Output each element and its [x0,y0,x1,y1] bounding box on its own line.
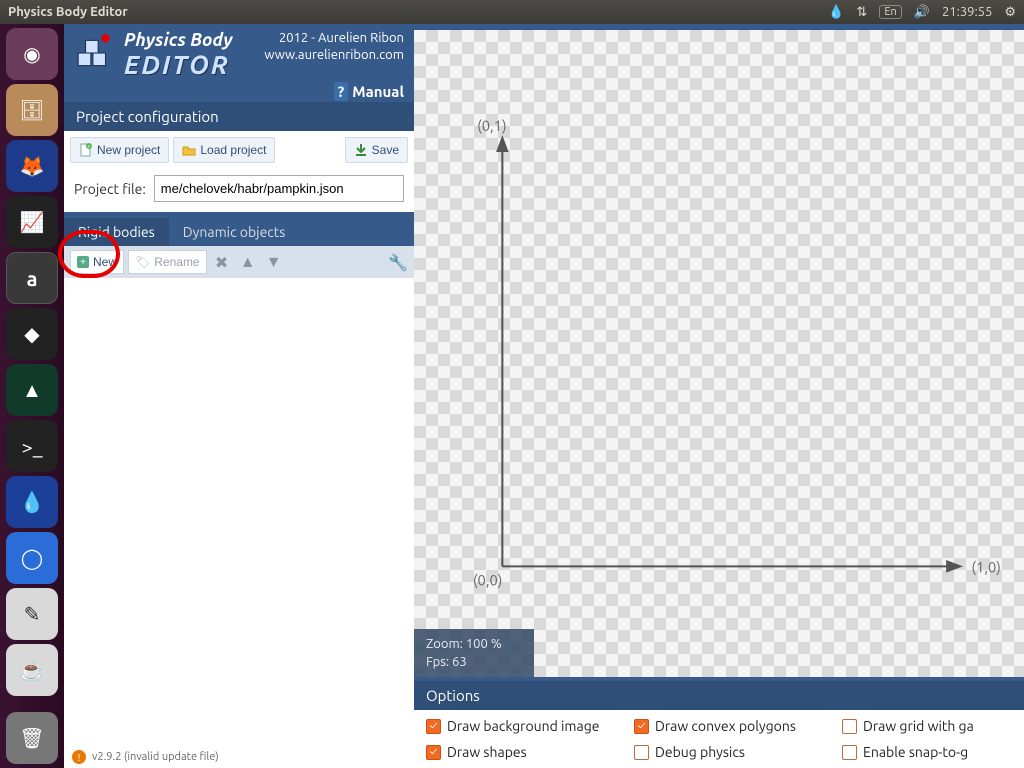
rigid-bodies-toolbar: + New 🏷 Rename ✖ ▲ ▼ 🔧 [64,246,414,278]
help-icon: ? [334,82,349,101]
launcher-trash[interactable]: 🗑 [6,712,58,764]
rigid-bodies-list[interactable] [64,278,414,746]
version-label: v2.9.2 (invalid update file) [92,751,219,763]
new-body-button[interactable]: + New [70,250,124,274]
axis-label-00: (0,0) [473,571,502,588]
launcher-inkscape[interactable]: ◆ [6,308,58,360]
launcher-water[interactable]: 💧 [6,476,58,528]
project-config-title: Project configuration [64,102,414,131]
launcher-chromium[interactable]: ◯ [6,532,58,584]
zoom-label: Zoom: 100 % [426,635,522,653]
system-tray: 💧 ⇅ En 🔊 21:39:55 ⚙ [828,5,1016,20]
project-file-label: Project file: [74,181,146,197]
editor-canvas[interactable]: (0,1) (0,0) (1,0) Zoom: 100 % Fps: 63 [414,30,1024,677]
body-tabs: Rigid bodies Dynamic objects [64,218,414,246]
axis-overlay: (0,1) (0,0) (1,0) [414,30,1024,669]
move-up-button[interactable]: ▲ [237,251,259,273]
launcher-editor[interactable]: ✎ [6,588,58,640]
launcher-monitor[interactable]: 📈 [6,196,58,248]
save-button[interactable]: Save [345,137,408,163]
rename-body-button[interactable]: 🏷 Rename [128,250,207,274]
tab-rigid-bodies[interactable]: Rigid bodies [64,218,169,246]
launcher-android[interactable]: ▲ [6,364,58,416]
app-header: Physics Body EDITOR 2012 - Aurelien Ribo… [64,24,414,102]
gear-icon[interactable]: ⚙ [1004,5,1016,20]
network-icon[interactable]: ⇅ [856,5,867,20]
system-menubar: Physics Body Editor 💧 ⇅ En 🔊 21:39:55 ⚙ [0,0,1024,24]
keyboard-indicator[interactable]: En [879,5,901,19]
right-column: (0,1) (0,0) (1,0) Zoom: 100 % Fps: 63 Op… [414,24,1024,768]
plus-icon: + [77,256,89,268]
settings-button[interactable]: 🔧 [388,253,408,272]
opt-snap-grid[interactable]: Enable snap-to-g [842,744,1012,760]
fps-label: Fps: 63 [426,653,522,671]
zoom-fps-overlay: Zoom: 100 % Fps: 63 [414,629,534,677]
tag-icon: 🏷 [135,255,150,269]
options-title: Options [414,681,1024,710]
launcher-files[interactable]: 🗄 [6,84,58,136]
physics-body-editor-window: Physics Body EDITOR 2012 - Aurelien Ribo… [64,24,1024,768]
save-icon [354,143,368,157]
new-project-button[interactable]: + New project [70,137,169,163]
droplet-icon[interactable]: 💧 [828,5,844,20]
folder-open-icon [182,143,196,157]
tab-dynamic-objects[interactable]: Dynamic objects [169,218,300,246]
credit-year: 2012 - Aurelien Ribon [264,30,404,47]
opt-draw-grid[interactable]: Draw grid with ga [842,718,1012,734]
launcher-firefox[interactable]: 🦊 [6,140,58,192]
project-file-input[interactable] [154,175,404,202]
move-down-button[interactable]: ▼ [263,251,285,273]
launcher-app-a[interactable]: a [6,252,58,304]
launcher-java[interactable]: ☕ [6,644,58,696]
window-title: Physics Body Editor [8,5,828,19]
left-column: Physics Body EDITOR 2012 - Aurelien Ribo… [64,24,414,768]
launcher-terminal[interactable]: >_ [6,420,58,472]
opt-draw-background[interactable]: Draw background image [426,718,626,734]
axis-label-01: (0,1) [477,117,506,134]
project-config-panel: + New project Load project Save Project … [64,131,414,212]
options-panel: Draw background image Draw convex polygo… [414,710,1024,768]
opt-debug-physics[interactable]: Debug physics [634,744,834,760]
credit-url: www.aurelienribon.com [264,47,404,64]
app-title-top: Physics Body [124,30,232,50]
app-title-bottom: EDITOR [124,50,232,79]
file-plus-icon: + [79,143,93,157]
load-project-button[interactable]: Load project [173,137,275,163]
opt-draw-shapes[interactable]: Draw shapes [426,744,626,760]
status-bar: ! v2.9.2 (invalid update file) [64,746,414,768]
unity-launcher: ◉ 🗄 🦊 📈 a ◆ ▲ >_ 💧 ◯ ✎ ☕ 🗑 [0,24,64,768]
manual-link[interactable]: ?Manual [264,82,404,102]
delete-body-button[interactable]: ✖ [211,251,233,273]
warning-icon: ! [72,750,86,764]
clock[interactable]: 21:39:55 [942,5,992,19]
axis-label-10: (1,0) [971,559,1000,576]
opt-draw-convex[interactable]: Draw convex polygons [634,718,834,734]
volume-icon[interactable]: 🔊 [914,5,930,20]
app-logo-icon [74,32,116,74]
launcher-dash[interactable]: ◉ [6,28,58,80]
svg-text:+: + [88,144,91,150]
